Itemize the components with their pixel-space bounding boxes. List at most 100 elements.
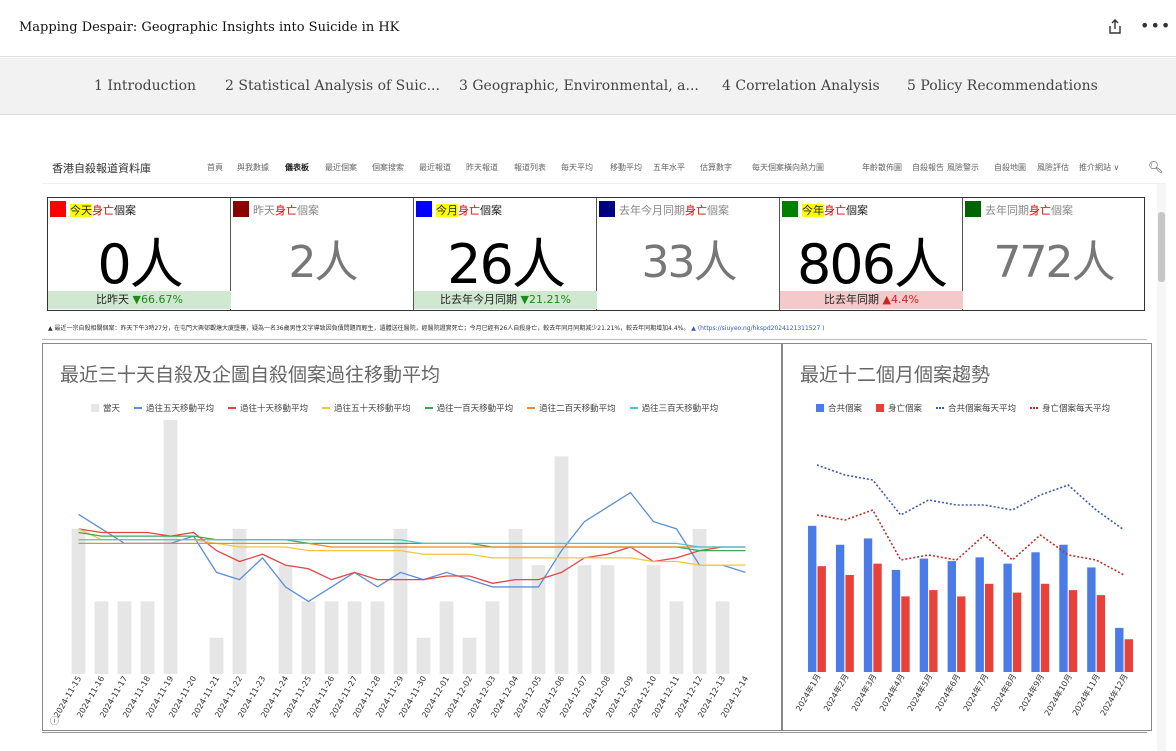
dashboard-brand[interactable]: 香港自殺報道資料庫 bbox=[52, 160, 151, 176]
top-bar: Mapping Despair: Geographic Insights int… bbox=[0, 0, 1176, 57]
stat-label: 今天身亡個案 bbox=[70, 202, 136, 218]
bar bbox=[646, 565, 661, 674]
tick-label: 2024年3月 bbox=[849, 672, 878, 713]
tab-statistical-analysis[interactable]: 2 Statistical Analysis of Suic... bbox=[225, 78, 440, 94]
bar bbox=[531, 565, 546, 674]
more-icon[interactable]: ••• bbox=[1140, 16, 1171, 35]
search-icon[interactable]: 🔍︎ bbox=[1148, 160, 1163, 174]
bar bbox=[1087, 567, 1096, 672]
nav-item[interactable]: 推介網站 ∨ bbox=[1079, 162, 1119, 173]
nav-item[interactable]: 最近報道 bbox=[419, 162, 451, 173]
bar bbox=[929, 590, 938, 672]
share-icon[interactable] bbox=[1106, 18, 1124, 36]
nav-item[interactable]: 自殺報告 bbox=[912, 162, 944, 173]
bar bbox=[439, 601, 454, 674]
dashboard-nav: 香港自殺報道資料庫 首頁 與我數據 儀表板 最近個案 個案搜索 最近報道 昨天報道 報道列表 每… bbox=[42, 150, 1166, 184]
bar bbox=[863, 538, 873, 672]
bar bbox=[347, 601, 362, 674]
stat-label-death: 身亡 bbox=[685, 204, 707, 217]
stat-label-case: 個案 bbox=[1051, 204, 1073, 217]
bar bbox=[416, 637, 431, 674]
bar bbox=[1096, 595, 1106, 672]
series-line bbox=[816, 509, 1125, 576]
stat-label-death: 身亡 bbox=[824, 204, 846, 217]
tab-correlation-analysis[interactable]: 4 Correlation Analysis bbox=[722, 78, 880, 94]
color-square bbox=[782, 201, 798, 217]
nav-item[interactable]: 報道列表 bbox=[514, 162, 546, 173]
color-square bbox=[50, 201, 66, 217]
stat-label: 今月身亡個案 bbox=[436, 202, 502, 218]
color-square bbox=[965, 201, 981, 217]
nav-item[interactable]: 五年水平 bbox=[653, 162, 685, 173]
stat-value: 806人 bbox=[796, 233, 948, 296]
nav-item[interactable]: 移動平均 bbox=[610, 162, 642, 173]
bar bbox=[1059, 544, 1068, 672]
bar bbox=[919, 558, 929, 672]
bar bbox=[577, 565, 592, 674]
bar bbox=[163, 420, 178, 674]
nav-item[interactable]: 風險警示 bbox=[947, 162, 979, 173]
bar bbox=[485, 601, 500, 674]
stat-label-death: 身亡 bbox=[92, 204, 114, 217]
bar bbox=[1040, 583, 1050, 672]
bar bbox=[957, 596, 966, 672]
tick-label: 2024年6月 bbox=[933, 672, 962, 713]
info-icon[interactable]: ⓘ bbox=[50, 714, 59, 727]
stat-label-period: 去年今月同期 bbox=[619, 204, 685, 217]
tab-policy-recommendations[interactable]: 5 Policy Recommendations bbox=[907, 78, 1098, 94]
nav-item[interactable]: 自殺地圖 bbox=[994, 162, 1026, 173]
series-line bbox=[816, 464, 1125, 531]
nav-item[interactable]: 每天個案橫向熱力圖 bbox=[752, 162, 824, 173]
stat-label-case: 個案 bbox=[297, 204, 319, 217]
moving-average-panel: 最近三十天自殺及企圖自殺個案過往移動平均 當天 過往五天移動平均 過往十天移動平均過… bbox=[42, 343, 782, 731]
tick-label: 2024年4月 bbox=[877, 672, 906, 713]
bar bbox=[324, 601, 339, 674]
bar bbox=[209, 637, 224, 674]
nav-item[interactable]: 最近個案 bbox=[325, 162, 357, 173]
bar bbox=[370, 601, 385, 674]
stat-value: 26人 bbox=[447, 233, 566, 296]
tick-label: 2024年9月 bbox=[1017, 672, 1046, 713]
tab-introduction[interactable]: 1 Introduction bbox=[94, 78, 196, 94]
stat-label-period: 昨天 bbox=[253, 204, 275, 217]
nav-item[interactable]: 風險評估 bbox=[1037, 162, 1069, 173]
nav-item[interactable]: 年齡散佈圖 bbox=[862, 162, 902, 173]
stat-label-period: 今月 bbox=[436, 204, 458, 217]
bar bbox=[845, 574, 854, 672]
tick-label: 2024年1月 bbox=[793, 672, 822, 713]
stat-card: 昨天身亡個案 2人 bbox=[231, 198, 414, 310]
nav-item[interactable]: 估算數字 bbox=[700, 162, 732, 173]
stat-value: 2人 bbox=[288, 237, 359, 288]
page-title: Mapping Despair: Geographic Insights int… bbox=[19, 20, 400, 35]
nav-item[interactable]: 首頁 bbox=[207, 162, 223, 173]
stat-compare: 比昨天 ▼66.67% bbox=[48, 291, 231, 309]
stat-label-death: 身亡 bbox=[458, 204, 480, 217]
bar bbox=[508, 528, 523, 674]
nav-item[interactable]: 昨天報道 bbox=[466, 162, 498, 173]
tab-geographic[interactable]: 3 Geographic, Environmental, a... bbox=[459, 78, 699, 94]
bar bbox=[94, 601, 109, 674]
bar bbox=[901, 596, 910, 672]
stat-value: 33人 bbox=[641, 237, 738, 288]
stat-label-period: 今年 bbox=[802, 204, 824, 217]
stat-compare: 比去年今月同期 ▼21.21% bbox=[414, 291, 597, 309]
nav-item[interactable]: 儀表板 bbox=[285, 162, 309, 173]
bar bbox=[1115, 627, 1124, 672]
nav-item[interactable]: 個案搜索 bbox=[372, 162, 404, 173]
nav-item[interactable]: 每天平均 bbox=[561, 162, 593, 173]
bar bbox=[891, 569, 901, 672]
stat-label-death: 身亡 bbox=[275, 204, 297, 217]
color-square bbox=[416, 201, 432, 217]
bar bbox=[975, 557, 984, 672]
bar bbox=[232, 528, 247, 674]
stat-label: 去年同期身亡個案 bbox=[985, 202, 1073, 218]
stat-value: 0人 bbox=[97, 233, 183, 296]
ticker-link[interactable]: ▲ (https://siuyeo.ng/hkspd2024121311527 … bbox=[691, 325, 824, 332]
scrollbar-thumb[interactable] bbox=[1158, 212, 1165, 282]
bar bbox=[835, 544, 845, 672]
tick-label: 2024年12月 bbox=[1098, 672, 1130, 717]
nav-item[interactable]: 與我數據 bbox=[237, 162, 269, 173]
bar bbox=[600, 565, 615, 674]
stat-card: 今天身亡個案 0人 比昨天 ▼66.67% bbox=[48, 198, 231, 310]
bar bbox=[715, 601, 730, 674]
